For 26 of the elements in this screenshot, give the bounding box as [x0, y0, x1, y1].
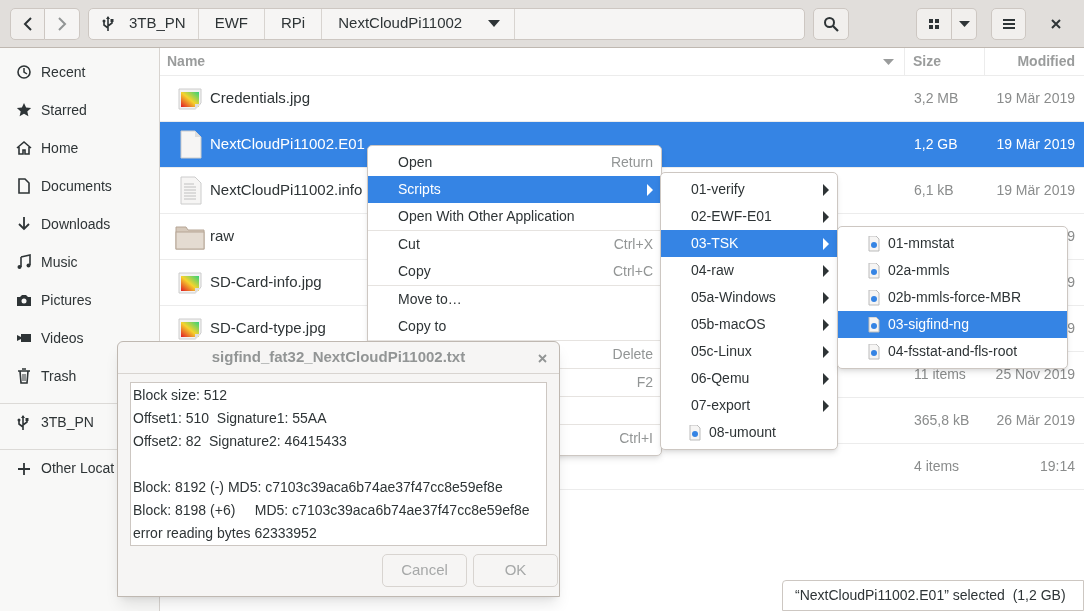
text-line: Block: 8198 (+6) MD5: c7103c39aca6b74ae37f47cc8e59ef8e	[133, 501, 531, 520]
file-size: 365,8 kB	[914, 412, 970, 428]
file-modified: 26 Mär 2019	[996, 412, 1075, 428]
file-name: SD-Card-info.jpg	[210, 272, 322, 293]
file-size: 4 items	[914, 458, 960, 474]
dialog-title: sigfind_fat32_NextCloudPi11002.txt	[210, 347, 467, 368]
status-text: “NextCloudPi11002.E01” selected (1,2 GB)	[795, 586, 1066, 605]
file-name: Credentials.jpg	[210, 88, 311, 109]
file-modified: 9	[1067, 228, 1075, 244]
file-size: 6,1 kB	[914, 182, 954, 198]
file-name: NextCloudPi11002.info	[210, 180, 363, 201]
file-size: 11 items	[914, 366, 966, 382]
file-name: raw	[210, 226, 235, 247]
file-modified: 19 Mär 2019	[996, 90, 1075, 106]
file-modified: 19 Mär 2019	[996, 136, 1075, 152]
file-name: SD-Card-type.jpg	[210, 318, 326, 339]
file-modified: 9	[1067, 274, 1075, 290]
file-size: 1,2 GB	[914, 136, 958, 152]
file-modified: 9	[1067, 320, 1075, 336]
text-line: error reading bytes 62333952	[133, 524, 318, 543]
file-modified: 19 Mär 2019	[996, 182, 1075, 198]
file-name: NextCloudPi11002.E01	[210, 134, 365, 155]
file-modified: 19:14	[1039, 458, 1075, 474]
file-modified: 25 Nov 2019	[995, 366, 1075, 382]
text-line: Block size: 512	[133, 386, 229, 405]
file-size: 3,2 MB	[914, 90, 959, 106]
